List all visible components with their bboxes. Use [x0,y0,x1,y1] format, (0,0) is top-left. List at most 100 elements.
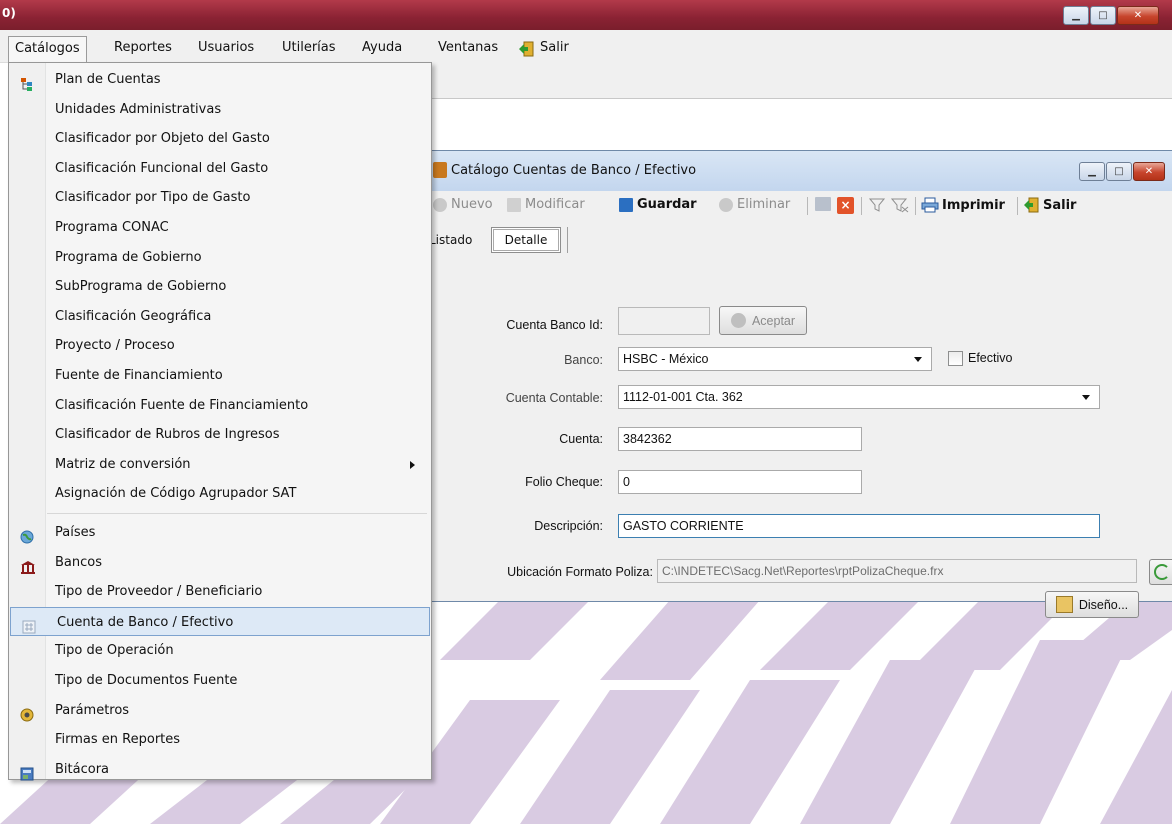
menu-item-clasificacion-fuente-de-financiamiento[interactable]: Clasificación Fuente de Financiamiento [9,391,429,420]
child-minimize-button[interactable]: ▁ [1079,162,1105,181]
menu-usuarios[interactable]: Usuarios [192,36,260,60]
cuenta-banco-id-field[interactable] [618,307,710,335]
menu-item-matriz-de-conversion[interactable]: Matriz de conversión [9,450,429,479]
efectivo-checkbox[interactable] [948,351,963,366]
toolbar-separator [915,197,916,215]
clear-filter-button[interactable] [891,197,909,213]
edit-icon [507,197,521,212]
menu-utilerias[interactable]: Utilerías [276,36,342,60]
maximize-button[interactable]: □ [1090,6,1116,25]
cancel-x-icon: × [837,197,854,214]
menu-item-label: Clasificación Geográfica [55,308,212,324]
menu-item-label: Programa CONAC [55,220,169,235]
diseno-label: Diseño... [1078,597,1129,612]
menu-item-subprograma-de-gobierno[interactable]: SubPrograma de Gobierno [9,272,429,301]
child-window-controls: ▁ □ ✕ [1078,162,1165,181]
diseno-button[interactable]: Diseño... [1045,591,1139,618]
menu-item-asignacion-de-codigo-agrupador-sat[interactable]: Asignación de Código Agrupador SAT [9,479,429,508]
menu-item-unidades-administrativas[interactable]: Unidades Administrativas [9,95,429,124]
folio-cheque-field[interactable]: 0 [618,470,862,494]
guardar-button[interactable]: Guardar [619,197,697,212]
menu-item-tipo-de-operacion[interactable]: Tipo de Operación [9,636,429,665]
menu-item-label: Clasificador de Rubros de Ingresos [55,427,280,443]
menu-item-fuente-de-financiamiento[interactable]: Fuente de Financiamiento [9,361,429,390]
tab-listado[interactable]: Listado [429,233,472,247]
child-close-button[interactable]: ✕ [1133,162,1165,181]
menu-item-clasificacion-funcional-del-gasto[interactable]: Clasificación Funcional del Gasto [9,154,429,183]
menu-item-clasificador-de-rubros-de-ingresos[interactable]: Clasificador de Rubros de Ingresos [9,420,429,449]
tree-icon [20,73,34,91]
menu-salir[interactable]: Salir [534,36,575,60]
menu-item-label: Unidades Administrativas [55,101,222,117]
eliminar-label: Eliminar [737,197,791,212]
cuenta-contable-label: Cuenta Contable: [505,391,603,405]
nuevo-button[interactable]: Nuevo [433,197,493,212]
cuenta-banco-id-label: Cuenta Banco Id: [506,318,603,332]
outer-title-bar [0,0,1172,30]
settings-icon [20,704,34,722]
log-icon [20,763,34,781]
descripcion-field[interactable]: GASTO CORRIENTE [618,514,1100,538]
menu-item-label: Programa de Gobierno [55,249,202,265]
menu-item-programa-de-gobierno[interactable]: Programa de Gobierno [9,243,429,272]
tab-detalle[interactable]: Detalle [491,227,561,253]
globe-icon [20,526,34,544]
menu-item-label: Asignación de Código Agrupador SAT [55,486,297,502]
catalogos-dropdown: Plan de Cuentas Unidades Administrativas C… [8,62,432,781]
menu-item-label: Clasificador por Tipo de Gasto [55,190,251,206]
menu-bar: Catálogos Reportes Usuarios Utilerías Ay… [0,36,1172,63]
menu-item-tipo-de-documentos-fuente[interactable]: Tipo de Documentos Fuente [9,666,429,695]
aceptar-button[interactable]: Aceptar [719,306,807,335]
app-icon [433,162,447,178]
menu-item-label: Clasificación Fuente de Financiamiento [55,397,309,413]
menu-item-cuenta-de-banco-efectivo[interactable]: Cuenta de Banco / Efectivo [10,606,430,636]
menu-item-clasificacion-geografica[interactable]: Clasificación Geográfica [9,302,429,331]
menu-item-programa-conac[interactable]: Programa CONAC [9,213,429,242]
menu-item-label: Clasificador por Objeto del Gasto [55,131,270,147]
banco-select[interactable]: HSBC - México [618,347,932,371]
salir-button[interactable]: Salir [1023,197,1076,213]
close-button[interactable]: ✕ [1117,6,1159,25]
ubicacion-formato-field[interactable]: C:\INDETEC\Sacg.Net\Reportes\rptPolizaCh… [657,559,1137,583]
cuenta-label: Cuenta: [559,432,603,446]
menu-item-clasificador-por-objeto-del-gasto[interactable]: Clasificador por Objeto del Gasto [9,124,429,153]
printer-icon [921,197,939,213]
menu-catalogos[interactable]: Catálogos [8,36,87,63]
design-icon [1055,596,1073,613]
toolbar-separator [807,197,808,215]
menu-ayuda[interactable]: Ayuda [356,36,408,60]
menu-item-bitacora[interactable]: Bitácora [9,755,429,784]
cancel-button[interactable]: × [837,197,858,214]
menu-reportes[interactable]: Reportes [108,36,178,60]
modificar-button[interactable]: Modificar [507,197,585,212]
imprimir-button[interactable]: Imprimir [921,197,1005,213]
menu-ventanas[interactable]: Ventanas [432,36,504,60]
menu-item-label: Parámetros [55,702,130,718]
browse-button[interactable] [1149,559,1172,585]
menu-item-clasificador-por-tipo-de-gasto[interactable]: Clasificador por Tipo de Gasto [9,183,429,212]
eliminar-button[interactable]: Eliminar [719,197,790,212]
cuenta-contable-select[interactable]: 1112-01-001 Cta. 362 [618,385,1100,409]
child-maximize-button[interactable]: □ [1106,162,1132,181]
menu-item-proyecto-proceso[interactable]: Proyecto / Proceso [9,331,429,360]
menu-item-tipo-de-proveedor-beneficiario[interactable]: Tipo de Proveedor / Beneficiario [9,577,429,606]
filter-button[interactable] [869,197,885,213]
menu-item-label: Proyecto / Proceso [55,338,175,354]
menu-item-label: Clasificación Funcional del Gasto [55,160,269,176]
child-window: Catálogo Cuentas de Banco / Efectivo ▁ □… [424,150,1172,618]
menu-item-plan-de-cuentas[interactable]: Plan de Cuentas [9,65,429,94]
exit-icon [518,41,534,57]
cuenta-field[interactable]: 3842362 [618,427,862,451]
menu-item-label: Bancos [55,554,102,570]
minimize-button[interactable]: ▁ [1063,6,1089,25]
save-icon [619,197,633,212]
grid-icon [22,616,36,634]
descripcion-label: Descripción: [534,519,603,533]
export-button[interactable] [815,197,835,211]
bank-icon [20,556,35,574]
menu-item-paises[interactable]: Países [9,518,429,547]
menu-item-bancos[interactable]: Bancos [9,548,429,577]
outer-window-controls: ▁ □ ✕ [1062,6,1159,25]
menu-item-firmas-en-reportes[interactable]: Firmas en Reportes [9,725,429,754]
menu-item-parametros[interactable]: Parámetros [9,696,429,725]
